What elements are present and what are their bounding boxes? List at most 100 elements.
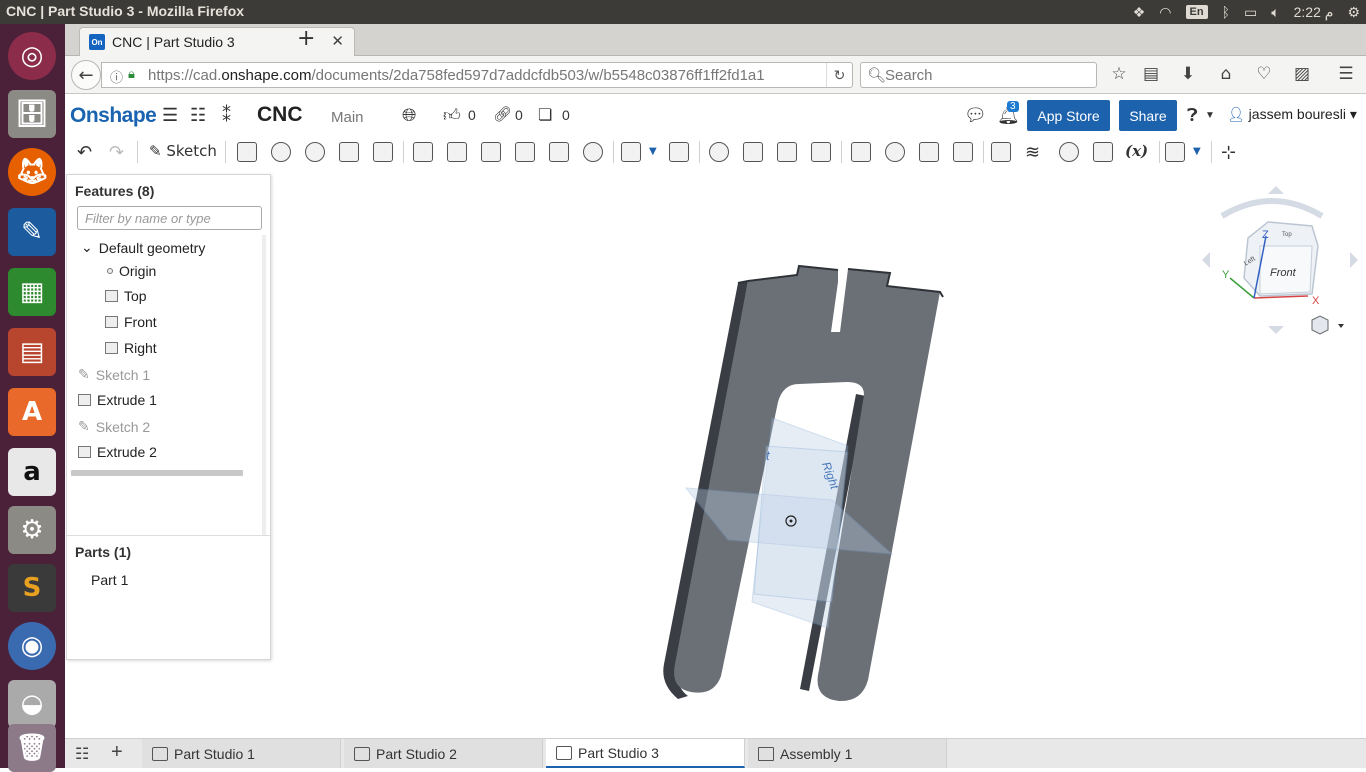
sweep-icon[interactable] bbox=[305, 142, 325, 162]
help-chevron-down-icon[interactable]: ▼ bbox=[1205, 110, 1215, 121]
feature-list-toggle-icon[interactable]: ☷ bbox=[190, 105, 206, 126]
firefox-icon[interactable]: 🦊︎ bbox=[8, 148, 56, 196]
system-settings-icon[interactable]: ⚙ bbox=[8, 506, 56, 554]
bluetooth-icon[interactable]: ᛒ bbox=[1222, 4, 1230, 20]
sublime-text-icon[interactable]: S bbox=[8, 564, 56, 612]
loft-icon[interactable] bbox=[339, 142, 359, 162]
new-tab-button[interactable]: + bbox=[297, 26, 315, 51]
feature-sketch-2[interactable]: ✎ Sketch 2 bbox=[78, 418, 150, 435]
transform-icon[interactable] bbox=[777, 142, 797, 162]
pattern-chevron-down-icon[interactable]: ▼ bbox=[649, 146, 657, 157]
import-icon[interactable] bbox=[1093, 142, 1113, 162]
default-geometry-group[interactable]: ⌄ Default geometry bbox=[81, 239, 205, 256]
site-info-icon[interactable]: ⓘ bbox=[110, 67, 123, 86]
reading-list-icon[interactable]: ▤ bbox=[1140, 64, 1162, 84]
back-button[interactable]: ← bbox=[71, 60, 101, 90]
onshape-logo[interactable]: Onshape bbox=[70, 104, 157, 128]
home-icon[interactable]: ⌂ bbox=[1215, 64, 1237, 84]
mate-connector-icon[interactable] bbox=[1059, 142, 1079, 162]
tab-part-studio-2[interactable]: Part Studio 2 bbox=[344, 739, 543, 768]
close-tab-icon[interactable]: ✕ bbox=[331, 32, 344, 50]
pocket-icon[interactable]: ♡ bbox=[1253, 64, 1275, 84]
add-custom-feature-icon[interactable]: ⊹ bbox=[1221, 142, 1236, 163]
share-button[interactable]: Share bbox=[1119, 100, 1177, 131]
amazon-icon[interactable]: a bbox=[8, 448, 56, 496]
thicken-icon[interactable] bbox=[373, 142, 393, 162]
pattern-icon[interactable] bbox=[621, 142, 641, 162]
feature-top-plane[interactable]: Top bbox=[105, 288, 147, 304]
extension-icon[interactable]: ▨ bbox=[1291, 64, 1313, 84]
view-options-chevron-down-icon[interactable] bbox=[1338, 324, 1344, 328]
delete-face-icon[interactable] bbox=[885, 142, 905, 162]
custom-features-chevron-down-icon[interactable]: ▼ bbox=[1193, 146, 1201, 157]
custom-features-icon[interactable] bbox=[1165, 142, 1185, 162]
reload-icon[interactable]: ↻ bbox=[826, 63, 852, 87]
ubuntu-dash-icon[interactable]: ◎ bbox=[8, 32, 56, 80]
feature-filter-input[interactable]: Filter by name or type bbox=[77, 206, 262, 230]
insert-element-button[interactable]: + bbox=[111, 741, 123, 764]
keyboard-language-indicator[interactable]: En bbox=[1185, 5, 1208, 19]
tab-manager-icon[interactable]: ☷ bbox=[75, 744, 89, 764]
feature-list-scrollbar[interactable] bbox=[71, 470, 243, 476]
fillet-icon[interactable] bbox=[413, 142, 433, 162]
revolve-icon[interactable] bbox=[271, 142, 291, 162]
tab-part-studio-1[interactable]: Part Studio 1 bbox=[142, 739, 341, 768]
software-center-icon[interactable]: A bbox=[8, 388, 56, 436]
chromium-icon[interactable]: ◉ bbox=[8, 622, 56, 670]
plane-icon[interactable] bbox=[991, 142, 1011, 162]
feature-sketch-1[interactable]: ✎ Sketch 1 bbox=[78, 366, 150, 383]
url-text[interactable]: https://cad.onshape.com/documents/2da758… bbox=[148, 67, 765, 84]
replace-face-icon[interactable] bbox=[953, 142, 973, 162]
hole-icon[interactable] bbox=[583, 142, 603, 162]
boolean-icon[interactable] bbox=[709, 142, 729, 162]
view-cube-up-arrow-icon[interactable] bbox=[1268, 186, 1284, 194]
like-icon[interactable]: 👍︎ bbox=[443, 105, 461, 126]
view-cube-down-arrow-icon[interactable] bbox=[1268, 326, 1284, 334]
trash-icon[interactable]: 🗑︎ bbox=[8, 724, 56, 772]
part-list-item[interactable]: Part 1 bbox=[91, 572, 128, 588]
modify-fillet-icon[interactable] bbox=[851, 142, 871, 162]
feature-front-plane[interactable]: Front bbox=[105, 314, 157, 330]
comments-icon[interactable]: 💬︎ bbox=[964, 105, 987, 126]
settings-gear-icon[interactable]: ⚙ bbox=[1347, 4, 1360, 21]
url-bar[interactable]: ⓘ 🔒︎ https://cad.onshape.com/documents/2… bbox=[101, 62, 853, 88]
sketch-button[interactable]: ✎ Sketch bbox=[149, 142, 217, 160]
menu-icon[interactable]: ☰ bbox=[1335, 64, 1357, 84]
view-cube-right-arrow-icon[interactable] bbox=[1350, 252, 1358, 268]
feature-list-vertical-scrollbar[interactable] bbox=[262, 235, 266, 535]
delete-part-icon[interactable] bbox=[811, 142, 831, 162]
file-manager-icon[interactable]: 🗄︎ bbox=[8, 90, 56, 138]
link-icon[interactable]: 🔗︎ bbox=[493, 105, 512, 123]
feature-extrude-1[interactable]: Extrude 1 bbox=[78, 392, 157, 408]
volume-icon[interactable]: 🔈︎ bbox=[1271, 4, 1279, 21]
copy-icon[interactable]: ❏ bbox=[538, 105, 552, 125]
branch-name[interactable]: Main bbox=[331, 109, 364, 126]
document-menu-icon[interactable]: ☰ bbox=[162, 105, 178, 126]
feature-extrude-2[interactable]: Extrude 2 bbox=[78, 444, 157, 460]
feature-origin[interactable]: Origin bbox=[107, 263, 156, 279]
search-input[interactable]: 🔍︎ Search bbox=[860, 62, 1097, 88]
rib-icon[interactable] bbox=[515, 142, 535, 162]
feature-right-plane[interactable]: Right bbox=[105, 340, 157, 356]
graphics-viewport[interactable]: t Right Front Left Top X Y Z bbox=[272, 170, 1366, 738]
variable-icon[interactable]: (x) bbox=[1125, 142, 1148, 160]
view-cube-front-label[interactable]: Front bbox=[1270, 267, 1297, 279]
split-icon[interactable] bbox=[743, 142, 763, 162]
globe-icon[interactable]: 🌐︎ bbox=[402, 105, 416, 126]
disk-icon[interactable]: ◒ bbox=[8, 680, 56, 728]
view-options-cube-icon[interactable] bbox=[1311, 315, 1329, 335]
view-cube-top-label[interactable]: Top bbox=[1282, 232, 1292, 238]
add-panel-icon[interactable]: ⁑ bbox=[222, 105, 231, 126]
chamfer-icon[interactable] bbox=[447, 142, 467, 162]
helix-icon[interactable]: ≋ bbox=[1025, 142, 1040, 163]
view-cube[interactable]: Front Left Top X Y Z bbox=[1198, 186, 1366, 356]
mirror-icon[interactable] bbox=[669, 142, 689, 162]
battery-icon[interactable]: ▭ bbox=[1244, 4, 1257, 21]
tab-part-studio-3[interactable]: Part Studio 3 bbox=[546, 739, 745, 768]
dropbox-icon[interactable]: ❖ bbox=[1133, 4, 1146, 21]
calc-icon[interactable]: ▦ bbox=[8, 268, 56, 316]
undo-icon[interactable]: ↶ bbox=[77, 142, 92, 163]
impress-icon[interactable]: ▤ bbox=[8, 328, 56, 376]
app-store-button[interactable]: App Store bbox=[1027, 100, 1110, 131]
view-cube-rotate-arc[interactable] bbox=[1220, 198, 1324, 219]
